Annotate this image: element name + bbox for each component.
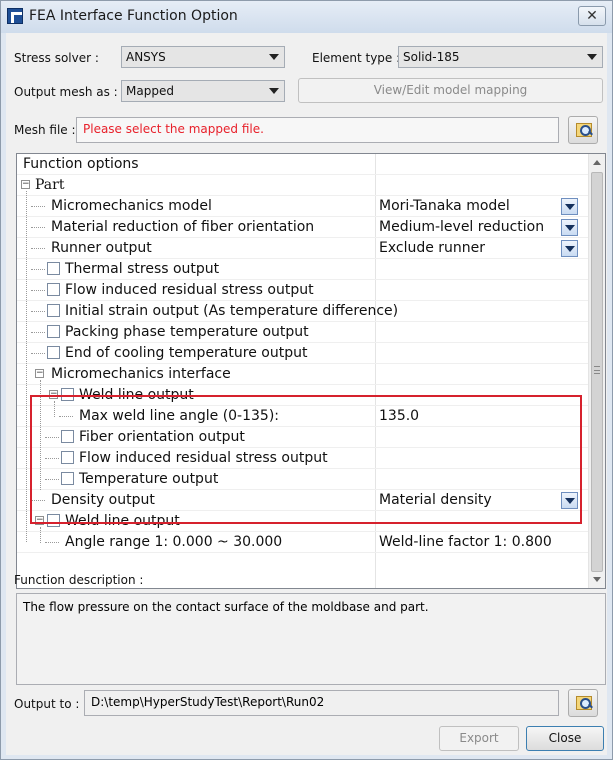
chevron-down-icon (269, 54, 279, 60)
grid-header: Function options (17, 154, 589, 175)
mesh-file-field[interactable]: Please select the mapped file. (76, 117, 559, 143)
option-value: Medium-level reduction (379, 219, 545, 235)
tree-row-material-reduction[interactable]: Material reduction of fiber orientation … (17, 217, 589, 238)
function-description-label: Function description : (14, 573, 144, 587)
tree-connector (31, 353, 45, 354)
tree-connector (26, 191, 27, 542)
view-edit-model-mapping-button[interactable]: View/Edit model mapping (298, 78, 603, 103)
browse-output-button[interactable] (568, 689, 598, 717)
fea-interface-window: FEA Interface Function Option ✕ Stress s… (0, 0, 613, 760)
option-value: Weld-line factor 1: 0.800 (379, 534, 552, 550)
grid-scrollbar[interactable] (588, 154, 605, 588)
browse-mesh-file-button[interactable] (568, 116, 598, 144)
tree-row-part[interactable]: − Part (17, 175, 589, 196)
tree-connector (31, 269, 45, 270)
close-window-button[interactable]: ✕ (578, 6, 606, 26)
function-description-box: The flow pressure on the contact surface… (16, 593, 606, 685)
browse-folder-icon (576, 123, 592, 137)
part-label: Part (35, 177, 65, 193)
output-to-value: D:\temp\HyperStudyTest\Report\Run02 (91, 695, 325, 709)
chevron-down-icon (587, 54, 597, 60)
option-value: Exclude runner (379, 240, 486, 256)
option-label: Runner output (51, 240, 152, 256)
app-icon (7, 8, 23, 24)
scroll-up-icon[interactable] (593, 160, 601, 165)
export-button[interactable]: Export (439, 726, 519, 751)
browse-folder-icon (576, 696, 592, 710)
tree-connector (31, 311, 45, 312)
tree-connector (31, 248, 45, 249)
option-label: Material reduction of fiber orientation (51, 219, 315, 235)
title-bar: FEA Interface Function Option ✕ (1, 1, 612, 33)
option-label: Micromechanics interface (51, 366, 231, 382)
output-mesh-value: Mapped (126, 84, 174, 98)
close-button[interactable]: Close (526, 726, 604, 751)
tree-row-initial-strain[interactable]: Initial strain output (As temperature di… (17, 301, 589, 322)
element-type-value: Solid-185 (403, 50, 460, 64)
chevron-down-icon (269, 88, 279, 94)
dropdown-arrow-icon[interactable] (561, 219, 578, 236)
option-label: Initial strain output (As temperature di… (65, 303, 399, 319)
option-label: Thermal stress output (65, 261, 220, 277)
tree-connector (31, 227, 45, 228)
checkbox[interactable] (47, 304, 60, 317)
tree-row-micromechanics-interface[interactable]: − Micromechanics interface (17, 364, 589, 385)
grid-header-label: Function options (23, 156, 139, 172)
tree-row-runner-output[interactable]: Runner output Exclude runner (17, 238, 589, 259)
output-to-label: Output to : (14, 697, 80, 711)
window-title: FEA Interface Function Option (29, 8, 238, 24)
stress-solver-value: ANSYS (126, 50, 166, 64)
output-mesh-select[interactable]: Mapped (121, 80, 285, 102)
checkbox[interactable] (47, 346, 60, 359)
tree-connector (40, 527, 41, 543)
element-type-label: Element type : (312, 51, 401, 65)
mesh-file-value: Please select the mapped file. (83, 122, 264, 136)
dialog-content: Stress solver : ANSYS Element type : Sol… (6, 33, 607, 755)
tree-connector (31, 206, 45, 207)
grip-icon (594, 366, 600, 374)
stress-solver-label: Stress solver : (14, 51, 99, 65)
option-value: Mori-Tanaka model (379, 198, 510, 214)
dropdown-arrow-icon[interactable] (561, 240, 578, 257)
highlight-box (30, 395, 582, 524)
scroll-thumb[interactable] (591, 172, 603, 572)
function-description-text: The flow pressure on the contact surface… (23, 600, 429, 614)
scroll-down-icon[interactable] (593, 577, 601, 582)
tree-connector (45, 542, 59, 543)
tree-connector (31, 290, 45, 291)
tree-row-angle-range-1[interactable]: Angle range 1: 0.000 ~ 30.000 Weld-line … (17, 532, 589, 553)
collapse-icon[interactable]: − (21, 180, 30, 189)
tree-row-thermal-stress[interactable]: Thermal stress output (17, 259, 589, 280)
tree-connector (31, 332, 45, 333)
option-label: Packing phase temperature output (65, 324, 309, 340)
tree-row-end-cooling-temperature[interactable]: End of cooling temperature output (17, 343, 589, 364)
stress-solver-select[interactable]: ANSYS (121, 46, 285, 68)
checkbox[interactable] (47, 262, 60, 275)
dropdown-arrow-icon[interactable] (561, 198, 578, 215)
option-label: Flow induced residual stress output (65, 282, 314, 298)
tree-row-flow-residual-stress[interactable]: Flow induced residual stress output (17, 280, 589, 301)
output-to-field[interactable]: D:\temp\HyperStudyTest\Report\Run02 (84, 690, 559, 716)
checkbox[interactable] (47, 283, 60, 296)
option-label: End of cooling temperature output (65, 345, 308, 361)
tree-row-packing-temperature[interactable]: Packing phase temperature output (17, 322, 589, 343)
mesh-file-label: Mesh file : (14, 123, 76, 137)
option-label: Angle range 1: 0.000 ~ 30.000 (65, 534, 283, 550)
collapse-icon[interactable]: − (35, 369, 44, 378)
output-mesh-label: Output mesh as : (14, 85, 118, 99)
tree-row-micromechanics-model[interactable]: Micromechanics model Mori-Tanaka model (17, 196, 589, 217)
checkbox[interactable] (47, 325, 60, 338)
element-type-select[interactable]: Solid-185 (398, 46, 603, 68)
option-label: Micromechanics model (51, 198, 212, 214)
